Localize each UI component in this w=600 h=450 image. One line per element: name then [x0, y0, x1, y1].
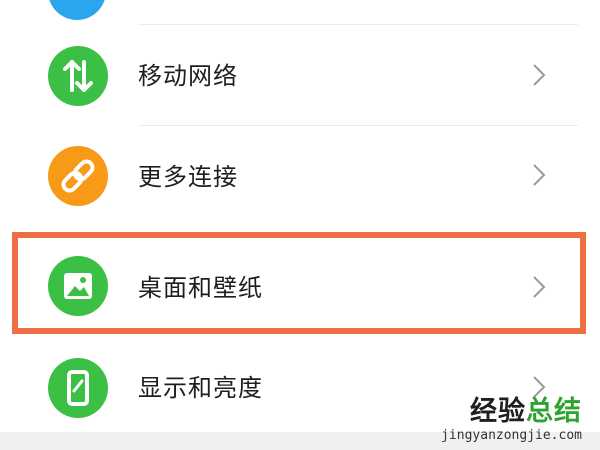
- link-icon: [48, 146, 108, 206]
- settings-item-label: 桌面和壁纸: [138, 274, 263, 302]
- watermark: 经验总结 jingyanzongjie.com: [441, 396, 582, 444]
- watermark-url: jingyanzongjie.com: [441, 428, 582, 443]
- settings-item-label: 显示和亮度: [138, 374, 263, 402]
- settings-item-label: 移动网络: [138, 62, 238, 90]
- watermark-part1: 经验: [470, 396, 526, 427]
- partial-settings-icon: [48, 0, 106, 20]
- watermark-part2: 总结: [526, 396, 582, 427]
- swap-arrows-icon: [48, 46, 108, 106]
- watermark-title: 经验总结: [441, 396, 582, 428]
- chevron-right-icon: [533, 64, 546, 86]
- phone-display-icon: [48, 358, 108, 418]
- image-icon: [48, 256, 108, 316]
- settings-item-mobile-network[interactable]: 移动网络: [0, 25, 600, 125]
- settings-item-desktop-wallpaper[interactable]: 桌面和壁纸: [0, 236, 600, 336]
- settings-screen: 移动网络 更多连接 桌面和壁纸 显示和亮度 经验总结 jingyanzongji…: [0, 0, 600, 450]
- chevron-right-icon: [533, 164, 546, 186]
- settings-item-label: 更多连接: [138, 163, 238, 191]
- settings-item-more-connections[interactable]: 更多连接: [0, 126, 600, 226]
- chevron-right-icon: [533, 276, 546, 298]
